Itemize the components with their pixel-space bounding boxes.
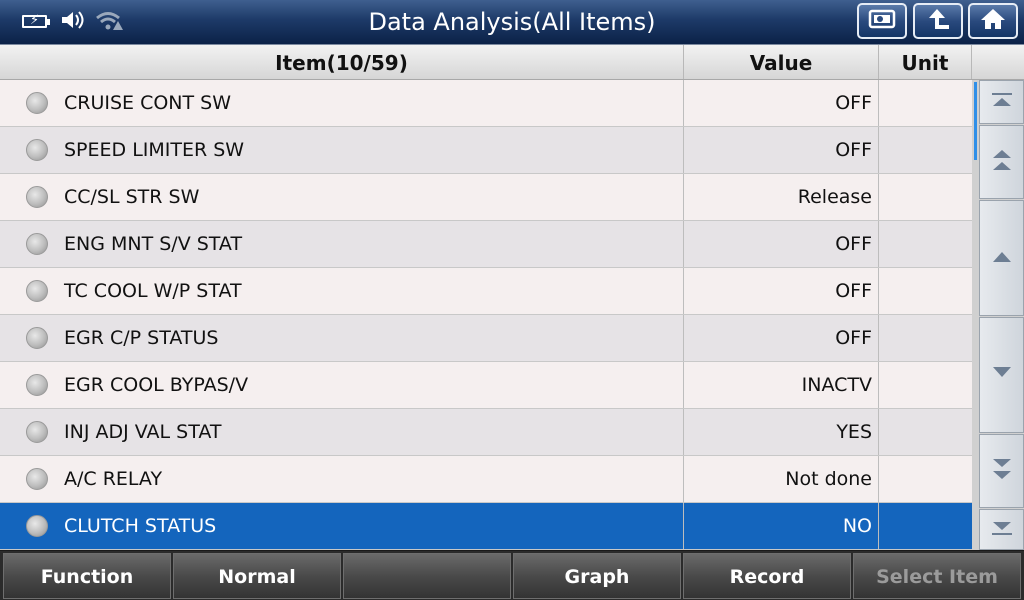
scroll-top-button[interactable] [979, 80, 1024, 124]
page-up-icon [990, 146, 1014, 178]
item-name: CRUISE CONT SW [64, 92, 232, 114]
screenshot-button[interactable] [857, 3, 907, 39]
item-name: CLUTCH STATUS [64, 515, 217, 537]
item-unit [879, 503, 972, 549]
item-unit [879, 362, 972, 408]
item-name: SPEED LIMITER SW [64, 139, 245, 161]
item-value: OFF [835, 280, 872, 302]
item-name: A/C RELAY [64, 468, 163, 490]
radio-icon[interactable] [26, 468, 48, 490]
value-column-header[interactable]: Value [684, 45, 879, 79]
home-icon [979, 7, 1007, 35]
item-column-header[interactable]: Item(10/59) [0, 45, 684, 79]
scroll-bottom-button[interactable] [979, 509, 1024, 550]
function-button[interactable]: Function [3, 553, 171, 599]
radio-icon[interactable] [26, 186, 48, 208]
table-row[interactable]: EGR C/P STATUS OFF [0, 315, 972, 362]
blank-button[interactable] [343, 553, 511, 599]
radio-icon[interactable] [26, 421, 48, 443]
radio-icon[interactable] [26, 374, 48, 396]
normal-button[interactable]: Normal [173, 553, 341, 599]
item-name: CC/SL STR SW [64, 186, 200, 208]
record-button[interactable]: Record [683, 553, 851, 599]
line-down-icon [990, 363, 1014, 387]
table-row[interactable]: CC/SL STR SW Release [0, 174, 972, 221]
table-header: Item(10/59) Value Unit [0, 45, 1024, 80]
item-value: OFF [835, 327, 872, 349]
item-name: ENG MNT S/V STAT [64, 233, 243, 255]
table-row-selected[interactable]: CLUTCH STATUS NO [0, 503, 972, 550]
table-row[interactable]: SPEED LIMITER SW OFF [0, 127, 972, 174]
item-value: Release [797, 186, 872, 208]
radio-icon[interactable] [26, 515, 48, 537]
item-value: OFF [835, 92, 872, 114]
radio-icon[interactable] [26, 327, 48, 349]
radio-icon[interactable] [26, 280, 48, 302]
item-value: YES [836, 421, 872, 443]
item-value: OFF [835, 139, 872, 161]
function-bar: Function Normal Graph Record Select Item [0, 551, 1024, 600]
unit-column-header[interactable]: Unit [879, 45, 972, 79]
item-unit [879, 174, 972, 220]
table-row[interactable]: CRUISE CONT SW OFF [0, 80, 972, 127]
scrollbar[interactable] [972, 80, 1024, 550]
page-down-icon [990, 455, 1014, 487]
item-value: OFF [835, 233, 872, 255]
line-up-icon [990, 246, 1014, 270]
item-name: TC COOL W/P STAT [64, 280, 242, 302]
scroll-bottom-icon [990, 518, 1014, 542]
table-row[interactable]: ENG MNT S/V STAT OFF [0, 221, 972, 268]
line-down-button[interactable] [979, 317, 1024, 433]
scroll-position-indicator[interactable] [974, 82, 977, 160]
item-value: NO [842, 515, 872, 537]
select-item-button: Select Item [853, 553, 1021, 599]
page-down-button[interactable] [979, 434, 1024, 508]
scroll-top-icon [990, 90, 1014, 114]
graph-button[interactable]: Graph [513, 553, 681, 599]
item-unit [879, 127, 972, 173]
item-unit [879, 268, 972, 314]
data-list: CRUISE CONT SW OFF SPEED LIMITER SW OFF … [0, 80, 972, 550]
back-arrow-icon [924, 7, 952, 35]
table-row[interactable]: INJ ADJ VAL STAT YES [0, 409, 972, 456]
table-row[interactable]: EGR COOL BYPAS/V INACTV [0, 362, 972, 409]
item-unit [879, 80, 972, 126]
radio-icon[interactable] [26, 92, 48, 114]
line-up-button[interactable] [979, 200, 1024, 316]
radio-icon[interactable] [26, 233, 48, 255]
back-button[interactable] [913, 3, 963, 39]
item-unit [879, 409, 972, 455]
page-up-button[interactable] [979, 125, 1024, 199]
radio-icon[interactable] [26, 139, 48, 161]
item-unit [879, 315, 972, 361]
item-value: INACTV [801, 374, 872, 396]
screenshot-icon [867, 8, 897, 34]
item-name: INJ ADJ VAL STAT [64, 421, 222, 443]
item-name: EGR C/P STATUS [64, 327, 219, 349]
item-value: Not done [785, 468, 872, 490]
table-row[interactable]: TC COOL W/P STAT OFF [0, 268, 972, 315]
title-bar: ⚡ Data Analysis(All Items) [0, 0, 1024, 45]
item-unit [879, 456, 972, 502]
item-unit [879, 221, 972, 267]
table-row[interactable]: A/C RELAY Not done [0, 456, 972, 503]
home-button[interactable] [968, 3, 1018, 39]
item-name: EGR COOL BYPAS/V [64, 374, 249, 396]
